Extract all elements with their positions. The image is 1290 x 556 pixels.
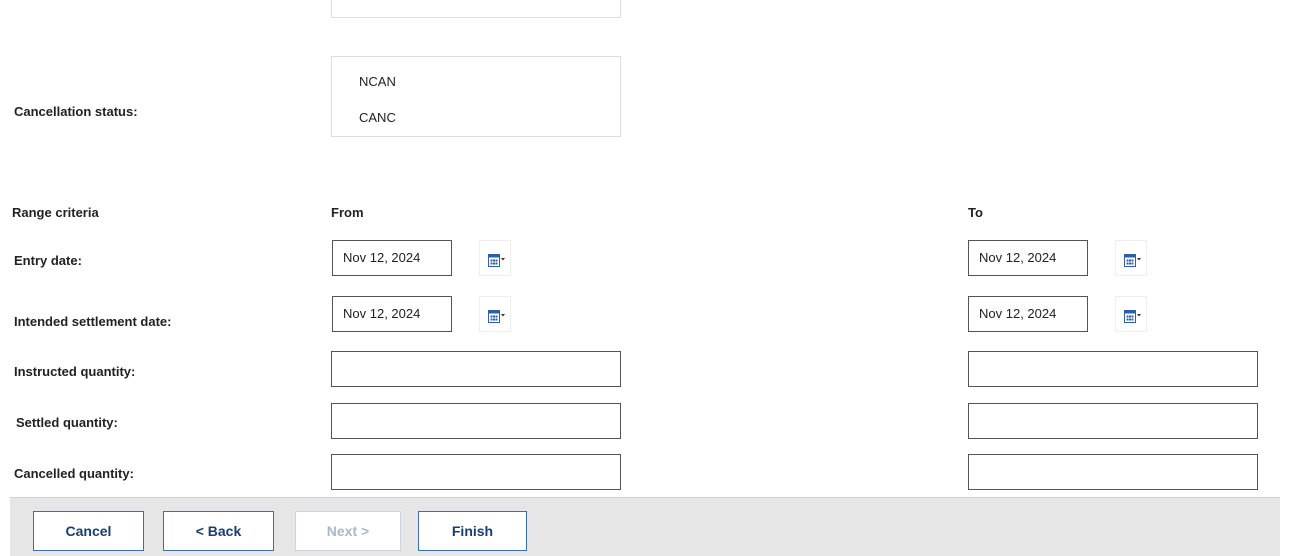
instructed-quantity-to-input[interactable]: [968, 351, 1258, 387]
cancelled-quantity-label: Cancelled quantity:: [14, 466, 134, 481]
settled-quantity-from-input[interactable]: [331, 403, 621, 439]
intended-settlement-date-from-input[interactable]: Nov 12, 2024: [332, 296, 452, 332]
range-criteria-label: Range criteria: [12, 205, 99, 220]
range-to-label: To: [968, 205, 983, 220]
back-button[interactable]: < Back: [163, 511, 274, 551]
intended-settlement-date-to-input[interactable]: Nov 12, 2024: [968, 296, 1088, 332]
wizard-page: Cancellation status: NCAN CANC Range cri…: [0, 0, 1290, 556]
finish-button[interactable]: Finish: [418, 511, 527, 551]
entry-date-to-input[interactable]: Nov 12, 2024: [968, 240, 1088, 276]
intended-settlement-date-to-calendar-button[interactable]: [1115, 296, 1147, 332]
intended-settlement-date-from-calendar-button[interactable]: [479, 296, 511, 332]
entry-date-from-calendar-button[interactable]: [479, 240, 511, 276]
previous-field-listbox[interactable]: [331, 0, 621, 18]
settled-quantity-to-input[interactable]: [968, 403, 1258, 439]
settled-quantity-label: Settled quantity:: [16, 415, 118, 430]
instructed-quantity-label: Instructed quantity:: [14, 364, 136, 379]
cancellation-status-option-ncan[interactable]: NCAN: [359, 74, 396, 89]
intended-settlement-date-label: Intended settlement date:: [14, 314, 172, 329]
entry-date-label: Entry date:: [14, 253, 82, 268]
calendar-dropdown-icon: [1124, 310, 1141, 323]
cancellation-status-label: Cancellation status:: [14, 104, 138, 119]
cancel-button[interactable]: Cancel: [33, 511, 144, 551]
cancelled-quantity-from-input[interactable]: [331, 454, 621, 490]
wizard-footer: Cancel < Back Next > Finish: [10, 497, 1280, 556]
calendar-dropdown-icon: [488, 254, 505, 267]
next-button[interactable]: Next >: [295, 511, 401, 551]
calendar-dropdown-icon: [1124, 254, 1141, 267]
range-from-label: From: [331, 205, 364, 220]
cancellation-status-listbox[interactable]: NCAN CANC: [331, 56, 621, 137]
cancelled-quantity-to-input[interactable]: [968, 454, 1258, 490]
entry-date-to-calendar-button[interactable]: [1115, 240, 1147, 276]
calendar-dropdown-icon: [488, 310, 505, 323]
instructed-quantity-from-input[interactable]: [331, 351, 621, 387]
entry-date-from-input[interactable]: Nov 12, 2024: [332, 240, 452, 276]
cancellation-status-option-canc[interactable]: CANC: [359, 110, 396, 125]
